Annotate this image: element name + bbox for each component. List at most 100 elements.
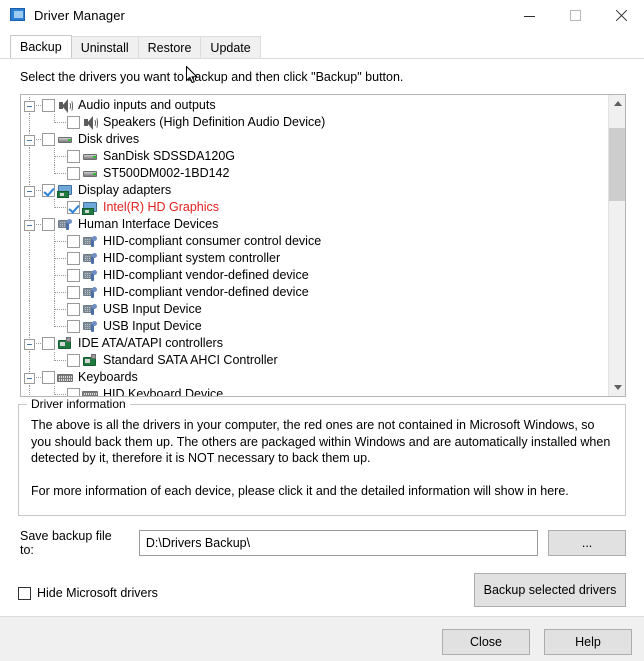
disk-icon xyxy=(82,149,98,165)
tree-indent xyxy=(21,301,67,318)
tree-row-checkbox[interactable] xyxy=(42,337,55,350)
driver-info-paragraph-1: The above is all the drivers in your com… xyxy=(31,418,611,465)
tree-row-checkbox[interactable] xyxy=(42,99,55,112)
tree-row-checkbox[interactable] xyxy=(67,286,80,299)
tree-expander-icon[interactable] xyxy=(24,186,35,197)
tree-row[interactable]: Display adapters xyxy=(21,182,609,199)
tree-expander-icon[interactable] xyxy=(24,339,35,350)
minimize-icon xyxy=(523,15,535,17)
ide-controller-icon xyxy=(57,336,73,352)
ide-controller-icon xyxy=(82,353,98,369)
tree-row-label: HID-compliant system controller xyxy=(103,251,281,265)
close-button[interactable] xyxy=(598,0,644,31)
tree-row-checkbox[interactable] xyxy=(67,269,80,282)
minimize-button[interactable] xyxy=(506,0,552,31)
hide-microsoft-drivers-checkbox[interactable]: Hide Microsoft drivers xyxy=(18,586,158,600)
tree-indent xyxy=(21,250,67,267)
tree-row-label: HID-compliant consumer control device xyxy=(103,234,322,248)
tree-row[interactable]: Intel(R) HD Graphics xyxy=(21,199,609,216)
tree-row-checkbox[interactable] xyxy=(67,252,80,265)
tree-row[interactable]: Disk drives xyxy=(21,131,609,148)
save-backup-label: Save backup file to: xyxy=(20,529,112,557)
browse-button[interactable]: ... xyxy=(548,530,626,556)
tree-row-checkbox[interactable] xyxy=(42,133,55,146)
tree-row[interactable]: ST500DM002-1BD142 xyxy=(21,165,609,182)
tree-indent xyxy=(21,165,67,182)
app-window-icon xyxy=(10,7,26,23)
tree-row-label: ST500DM002-1BD142 xyxy=(103,166,230,180)
tab-update[interactable]: Update xyxy=(200,36,261,58)
tree-expander-icon[interactable] xyxy=(24,220,35,231)
disk-icon xyxy=(82,166,98,182)
save-backup-row: Save backup file to: ... xyxy=(20,529,626,557)
hid-icon xyxy=(82,251,98,267)
tree-row[interactable]: SanDisk SDSSDA120G xyxy=(21,148,609,165)
tree-row-checkbox[interactable] xyxy=(67,320,80,333)
tree-row[interactable]: HID-compliant vendor-defined device xyxy=(21,267,609,284)
tree-row-checkbox[interactable] xyxy=(67,150,80,163)
tree-row-checkbox[interactable] xyxy=(42,184,55,197)
tree-row-checkbox[interactable] xyxy=(67,167,80,180)
tree-indent xyxy=(21,352,67,369)
tree-row-label: Human Interface Devices xyxy=(78,217,219,231)
driver-information-body: The above is all the drivers in your com… xyxy=(19,405,625,499)
scroll-up-icon[interactable] xyxy=(609,95,625,112)
hid-icon xyxy=(82,319,98,335)
window-title: Driver Manager xyxy=(34,7,125,23)
display-adapter-icon xyxy=(57,183,73,199)
help-button[interactable]: Help xyxy=(544,629,632,655)
tree-row[interactable]: IDE ATA/ATAPI controllers xyxy=(21,335,609,352)
driver-information-legend: Driver information xyxy=(27,397,130,411)
tree-row-checkbox[interactable] xyxy=(67,388,80,396)
tree-expander-icon[interactable] xyxy=(24,135,35,146)
tree-indent xyxy=(21,386,67,396)
hide-microsoft-checkbox-box[interactable] xyxy=(18,586,31,600)
tree-row[interactable]: Speakers (High Definition Audio Device) xyxy=(21,114,609,131)
backup-selected-drivers-button[interactable]: Backup selected drivers xyxy=(474,573,626,607)
maximize-button[interactable] xyxy=(552,0,598,31)
tree-row-checkbox[interactable] xyxy=(67,201,80,214)
tree-vertical-scrollbar[interactable] xyxy=(608,95,625,396)
tree-row-label: SanDisk SDSSDA120G xyxy=(103,149,236,163)
tree-row[interactable]: Standard SATA AHCI Controller xyxy=(21,352,609,369)
keyboard-icon xyxy=(57,370,73,386)
tree-row[interactable]: HID-compliant vendor-defined device xyxy=(21,284,609,301)
tree-row-checkbox[interactable] xyxy=(42,218,55,231)
tree-row[interactable]: Audio inputs and outputs xyxy=(21,97,609,114)
scrollbar-thumb[interactable] xyxy=(609,128,625,201)
tab-restore-label: Restore xyxy=(147,40,192,55)
tree-row[interactable]: HID Keyboard Device xyxy=(21,386,609,396)
tree-row-label: USB Input Device xyxy=(103,319,202,333)
tree-expander-icon[interactable] xyxy=(24,101,35,112)
tree-row-checkbox[interactable] xyxy=(67,303,80,316)
hid-icon xyxy=(82,234,98,250)
title-bar: Driver Manager xyxy=(0,0,644,31)
tree-row-label: USB Input Device xyxy=(103,302,202,316)
tree-row[interactable]: Keyboards xyxy=(21,369,609,386)
tree-indent xyxy=(21,335,42,352)
driver-tree[interactable]: Audio inputs and outputs Speakers (High D… xyxy=(20,94,626,397)
scroll-down-icon[interactable] xyxy=(609,379,625,396)
backup-path-input[interactable] xyxy=(138,530,539,556)
tree-indent xyxy=(21,199,67,216)
tree-row[interactable]: HID-compliant consumer control device xyxy=(21,233,609,250)
tree-row[interactable]: HID-compliant system controller xyxy=(21,250,609,267)
tree-row[interactable]: Human Interface Devices xyxy=(21,216,609,233)
tree-expander-icon[interactable] xyxy=(24,373,35,384)
hid-icon xyxy=(82,285,98,301)
tree-row-checkbox[interactable] xyxy=(67,235,80,248)
tab-uninstall[interactable]: Uninstall xyxy=(70,36,139,58)
tree-row-checkbox[interactable] xyxy=(67,354,80,367)
tree-row-checkbox[interactable] xyxy=(67,116,80,129)
driver-tree-rows: Audio inputs and outputs Speakers (High D… xyxy=(21,95,609,396)
tree-row-label: Disk drives xyxy=(78,132,140,146)
tree-row[interactable]: USB Input Device xyxy=(21,318,609,335)
tree-indent xyxy=(21,318,67,335)
tab-backup[interactable]: Backup xyxy=(10,35,72,58)
driver-information-group: Driver information The above is all the … xyxy=(18,397,626,516)
tree-row[interactable]: USB Input Device xyxy=(21,301,609,318)
tab-restore[interactable]: Restore xyxy=(137,36,202,58)
tree-row-checkbox[interactable] xyxy=(42,371,55,384)
close-dialog-button[interactable]: Close xyxy=(442,629,530,655)
close-icon xyxy=(615,10,627,22)
